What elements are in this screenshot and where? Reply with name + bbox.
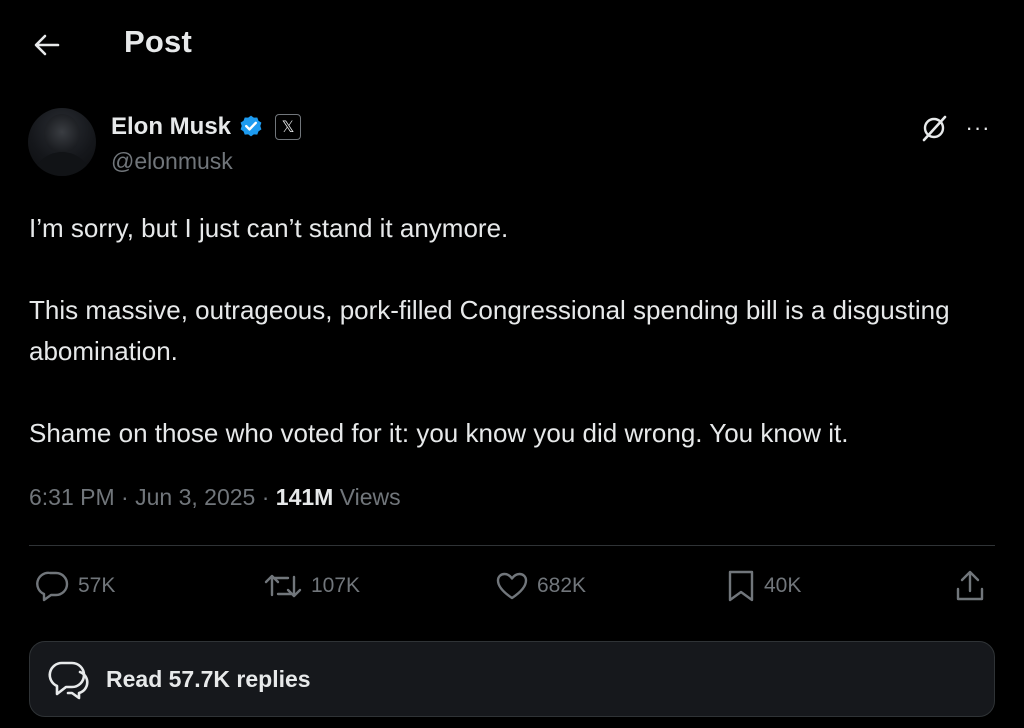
- more-options-button[interactable]: ···: [962, 112, 994, 144]
- repost-count: 107K: [311, 574, 361, 597]
- post-paragraph: I’m sorry, but I just can’t stand it any…: [29, 213, 509, 243]
- read-replies-button[interactable]: Read 57.7K replies: [29, 641, 995, 717]
- avatar[interactable]: [28, 108, 96, 176]
- x-affiliation-badge[interactable]: 𝕏: [275, 114, 302, 140]
- post-date[interactable]: Jun 3, 2025: [135, 484, 255, 510]
- author-display-name[interactable]: Elon Musk: [111, 113, 231, 141]
- bookmark-button[interactable]: 40K: [726, 566, 801, 606]
- meta-separator: ·: [261, 484, 270, 510]
- post-paragraph: Shame on those who voted for it: you kno…: [29, 418, 849, 448]
- repost-button[interactable]: 107K: [263, 566, 360, 606]
- more-options-icon: ···: [965, 115, 991, 140]
- heart-icon: [496, 572, 528, 600]
- reply-icon: [36, 571, 69, 602]
- post-text: I’m sorry, but I just can’t stand it any…: [29, 208, 989, 454]
- meta-separator: ·: [121, 484, 129, 510]
- grok-button[interactable]: [918, 112, 950, 144]
- bookmark-icon: [728, 570, 754, 602]
- grok-icon: [922, 115, 947, 142]
- post-page: Post Elon Musk 𝕏 @elonmusk ··· I’m sorry…: [0, 0, 1024, 728]
- repost-icon: [264, 574, 302, 598]
- back-button[interactable]: [30, 28, 64, 62]
- arrow-left-icon: [34, 34, 60, 56]
- post-paragraph: This massive, outrageous, pork-filled Co…: [29, 295, 950, 366]
- page-header: Post: [0, 0, 1024, 88]
- divider: [29, 545, 995, 546]
- post-time[interactable]: 6:31 PM: [29, 484, 115, 510]
- action-bar: 57K 107K 682K 40K: [0, 566, 1024, 606]
- reply-button[interactable]: 57K: [36, 566, 115, 606]
- author-handle[interactable]: @elonmusk: [111, 148, 233, 175]
- conversation-bubble-icon: [48, 661, 89, 700]
- like-button[interactable]: 682K: [495, 566, 586, 606]
- reply-count: 57K: [78, 574, 116, 597]
- verified-badge-icon: [240, 115, 262, 137]
- views-label[interactable]: Views: [340, 484, 401, 510]
- page-title: Post: [124, 24, 192, 59]
- avatar-body: [32, 152, 92, 176]
- like-count: 682K: [537, 574, 587, 597]
- post-meta: 6:31 PM · Jun 3, 2025 · 141M Views: [29, 484, 401, 511]
- views-count[interactable]: 141M: [276, 484, 334, 510]
- read-replies-label: Read 57.7K replies: [106, 665, 311, 692]
- share-button[interactable]: [954, 566, 986, 606]
- avatar-face: [44, 114, 80, 154]
- share-icon: [956, 570, 984, 601]
- author-name-row: Elon Musk 𝕏: [111, 113, 302, 141]
- bookmark-count: 40K: [764, 574, 802, 597]
